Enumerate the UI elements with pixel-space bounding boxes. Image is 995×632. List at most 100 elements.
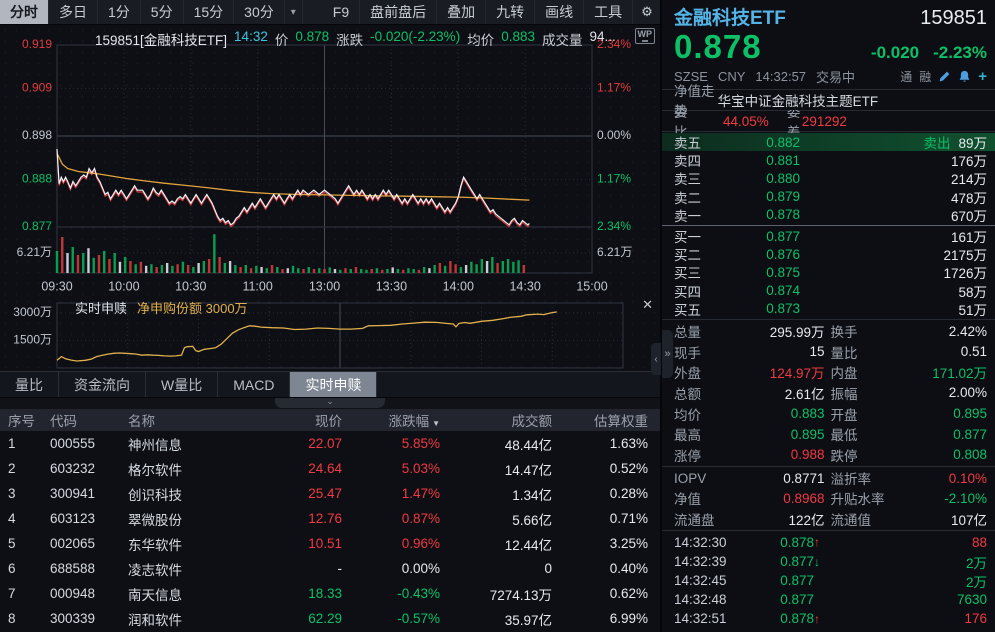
ask-volume: 670万 [951,205,987,225]
table-row[interactable]: 3300941创识科技25.471.47%1.34亿0.28% [0,481,660,506]
stat-value: 2.42% [949,324,987,339]
table-row[interactable]: 2603232格尔软件24.645.03%14.47亿0.52% [0,456,660,481]
period-tab[interactable]: 5分 [141,0,184,24]
stat-row: 总额2.61亿振幅2.00% [662,383,995,404]
avg-value: 0.883 [501,29,535,49]
cell-name: 凌志软件 [124,559,274,579]
table-header-cell[interactable]: 名称 [124,410,274,430]
ask-row[interactable]: 卖一0.878670万 [662,206,995,224]
table-header-cell[interactable]: 成交额 [444,410,556,430]
toolbar-action[interactable]: F9 [323,0,360,24]
tick-price: 0.877 [754,573,814,588]
rong-badge[interactable]: 融 [919,68,931,85]
cell-price: 24.64 [274,461,346,476]
ask-row[interactable]: 卖四0.881176万 [662,151,995,169]
collapse-right-panel-handle[interactable]: ‹ [651,343,661,375]
x-axis-label: 10:30 [175,279,206,293]
volume-bar [124,257,126,273]
wp-window-icon[interactable]: WP [635,28,656,44]
intraday-chart[interactable]: 0.9190.9090.8980.8880.8772.34%1.17%0.00%… [0,25,660,296]
volume-bar [72,247,74,273]
table-row[interactable]: 1000555神州信息22.075.85%48.44亿1.63% [0,431,660,456]
tick-row[interactable]: 14:32:450.8772万 [662,571,995,590]
stat-value: 0.883 [791,406,831,421]
toolbar-action[interactable]: 盘前盘后 [360,0,437,24]
period-tab[interactable]: 多日 [49,0,98,24]
bell-icon[interactable] [958,70,971,83]
volume-bar [271,265,273,273]
period-tab[interactable]: 30分 [234,0,285,24]
cell-turnover: 14.47亿 [444,459,556,479]
period-tab[interactable]: 1分 [98,0,141,24]
bid-row[interactable]: 买五0.87351万 [662,300,995,318]
tick-row[interactable]: 14:32:540.877↓6万 [662,628,995,632]
table-row[interactable]: 7000948南天信息18.33-0.43%7274.13万0.62% [0,581,660,606]
indicator-tab-active[interactable]: 实时申赎 [290,372,377,397]
volume-value: 94... [589,29,615,49]
ask-row[interactable]: 卖五0.882卖出89万 [662,133,995,151]
tick-row[interactable]: 14:32:390.877↓2万 [662,552,995,571]
table-row[interactable]: 8300339润和软件62.29-0.57%35.97亿6.99% [0,606,660,631]
order-book: 卖五0.882卖出89万卖四0.881176万卖三0.880214万卖二0.87… [662,132,995,320]
ask-price: 0.879 [732,189,800,204]
add-icon[interactable]: + [978,69,987,84]
toolbar-action[interactable]: 叠加 [437,0,486,24]
table-header-cell[interactable]: 现价 [274,410,346,430]
pencil-icon[interactable] [938,70,951,83]
stat-label: 开盘 [831,404,858,424]
valuation-value: 107亿 [951,509,987,529]
tong-badge[interactable]: 通 [900,68,912,85]
expand-panel-handle[interactable]: » [662,330,673,378]
nav-trend-row[interactable]: 净值走势 华宝中证金融科技主题ETF [662,90,995,111]
valuation-row: 流通盘122亿流通值107亿 [662,509,995,529]
bid-row[interactable]: 买二0.8762175万 [662,245,995,263]
table-header-cell[interactable]: 涨跌幅▼ [346,410,444,430]
table-header-cell[interactable]: 序号 [0,410,46,430]
toolbar-action[interactable]: 工具 [584,0,633,24]
indicator-tab-item[interactable]: MACD [218,372,290,397]
gear-icon[interactable]: ⚙ [633,0,662,24]
realtime-subscription-panel[interactable]: 实时申赎 净申购份额 3000万 ✕ 3000万1500万 [0,296,660,371]
valuation-value: 122亿 [788,509,830,529]
intraday-chart-panel[interactable]: 159851[金融科技ETF] 14:32 价 0.878 涨跌 -0.020(… [0,25,660,296]
table-header-cell[interactable]: 代码 [46,410,124,430]
tick-time: 14:32:48 [674,592,754,607]
ask-volume: 478万 [951,187,987,207]
ask-row[interactable]: 卖二0.879478万 [662,188,995,206]
volume-bar [134,264,136,273]
close-icon[interactable]: ✕ [642,297,653,313]
tick-row[interactable]: 14:32:480.8777630 [662,590,995,609]
period-tab[interactable]: 15分 [184,0,235,24]
volume-bar [391,267,393,273]
sub-chart-title: 实时申赎 净申购份额 3000万 [75,298,248,317]
table-row[interactable]: 6688588凌志软件-0.00%00.40% [0,556,660,581]
tick-row[interactable]: 14:32:510.878↑176 [662,609,995,628]
indicator-tab-item[interactable]: 量比 [0,372,59,397]
volume-bar [281,269,283,273]
table-row[interactable]: 5002065东华软件10.510.96%12.44亿3.25% [0,531,660,556]
table-header-cell[interactable]: 估算权重 [556,410,652,430]
valuation-row: 净值0.8968升贴水率-2.10% [662,488,995,508]
price-line-shadow [57,151,529,227]
stat-value: 0.895 [791,427,831,442]
period-tab[interactable]: 分时 [0,0,49,24]
ask-row[interactable]: 卖三0.880214万 [662,169,995,187]
toolbar-action[interactable]: 九转 [486,0,535,24]
indicator-tab-item[interactable]: W量比 [146,372,218,397]
volume-bar [507,259,509,273]
tick-row[interactable]: 14:32:300.878↑88 [662,533,995,552]
bid-row[interactable]: 买一0.877161万 [662,227,995,245]
cell-change-pct: 5.85% [346,436,444,451]
bid-row[interactable]: 买三0.8751726万 [662,263,995,281]
period-dropdown-icon[interactable]: ▾ [285,0,303,24]
bid-row[interactable]: 买四0.87458万 [662,282,995,300]
volume-bar [119,262,121,273]
volume-bar [150,264,152,273]
splitter-handle[interactable]: ⌄ [275,398,385,408]
constituents-table: 序号代码名称现价涨跌幅▼成交额估算权重 1000555神州信息22.075.85… [0,409,660,632]
table-row[interactable]: 4603123翠微股份12.760.87%5.66亿0.71% [0,506,660,531]
tick-volume: 7630 [957,592,987,607]
indicator-tab-item[interactable]: 资金流向 [59,372,146,397]
toolbar-action[interactable]: 画线 [535,0,584,24]
ask-price: 0.882 [732,135,800,150]
